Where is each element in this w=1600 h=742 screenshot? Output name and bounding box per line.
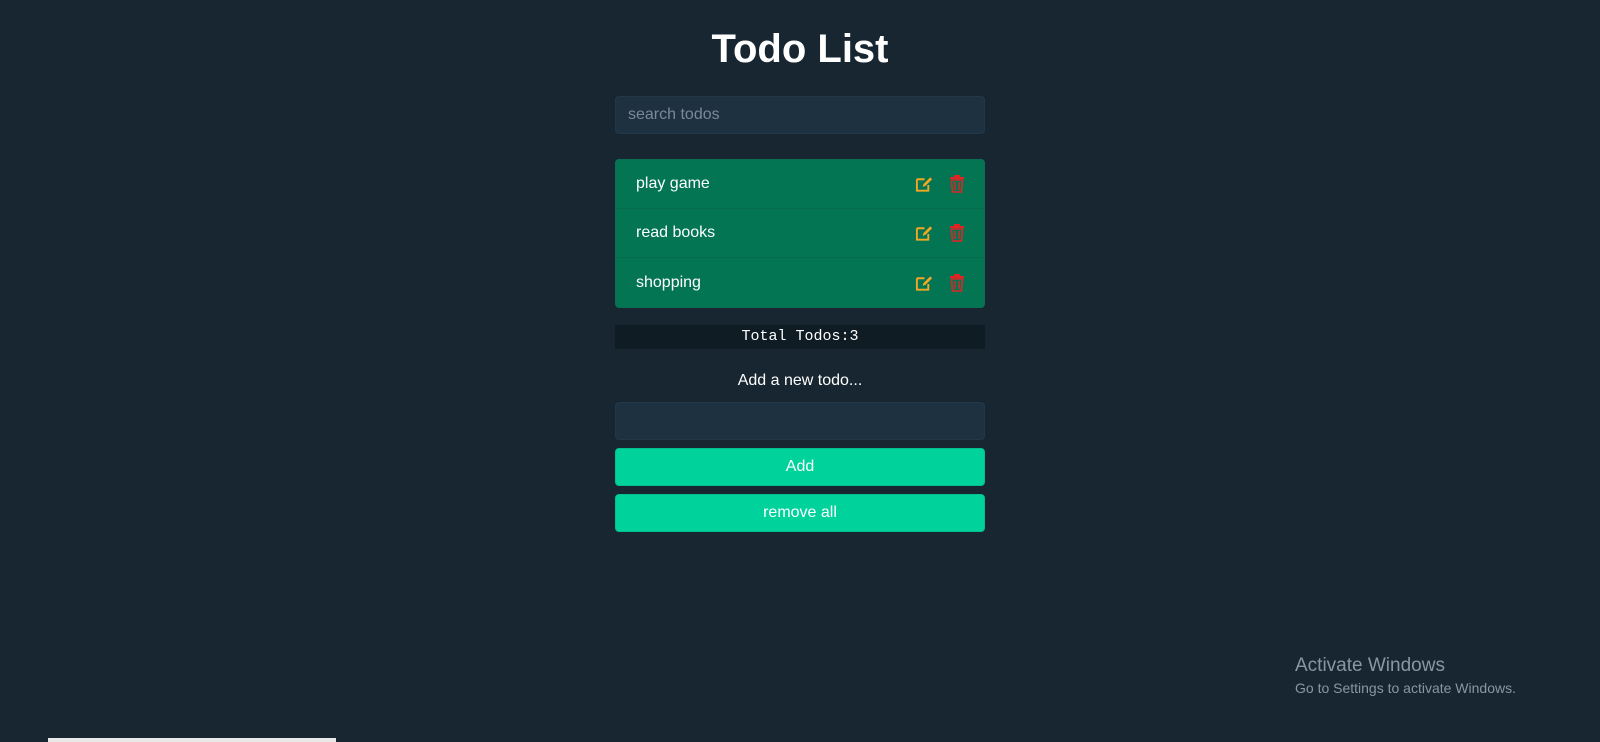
activate-windows-watermark: Activate Windows Go to Settings to activ… (1295, 654, 1516, 697)
total-todos-counter: Total Todos:3 (615, 325, 985, 349)
edit-icon[interactable] (914, 174, 934, 194)
todo-item: shopping (616, 258, 984, 307)
todo-actions (914, 223, 967, 243)
scrollbar-thumb[interactable] (48, 738, 336, 742)
todo-item: read books (616, 209, 984, 258)
trash-icon[interactable] (947, 273, 967, 293)
page: Todo List play game (0, 0, 1600, 742)
edit-icon[interactable] (914, 273, 934, 293)
add-button[interactable]: Add (615, 448, 985, 486)
search-input[interactable] (615, 96, 985, 134)
todo-text: shopping (636, 273, 701, 291)
todo-text: read books (636, 224, 716, 241)
todo-text: play game (636, 175, 710, 192)
add-todo-label: Add a new todo... (737, 372, 863, 389)
trash-icon[interactable] (947, 174, 967, 194)
todo-app: Todo List play game (615, 0, 985, 532)
todo-list: play game read books shopping (615, 159, 985, 308)
horizontal-scrollbar[interactable] (0, 738, 1600, 742)
add-todo-input[interactable] (615, 402, 985, 440)
remove-all-button[interactable]: remove all (615, 494, 985, 532)
todo-actions (914, 273, 967, 293)
page-title: Todo List (711, 27, 889, 71)
todo-actions (914, 174, 967, 194)
edit-icon[interactable] (914, 223, 934, 243)
trash-icon[interactable] (947, 223, 967, 243)
watermark-title: Activate Windows (1295, 655, 1445, 676)
watermark-subtitle: Go to Settings to activate Windows. (1295, 680, 1516, 696)
todo-item: play game (616, 160, 984, 209)
